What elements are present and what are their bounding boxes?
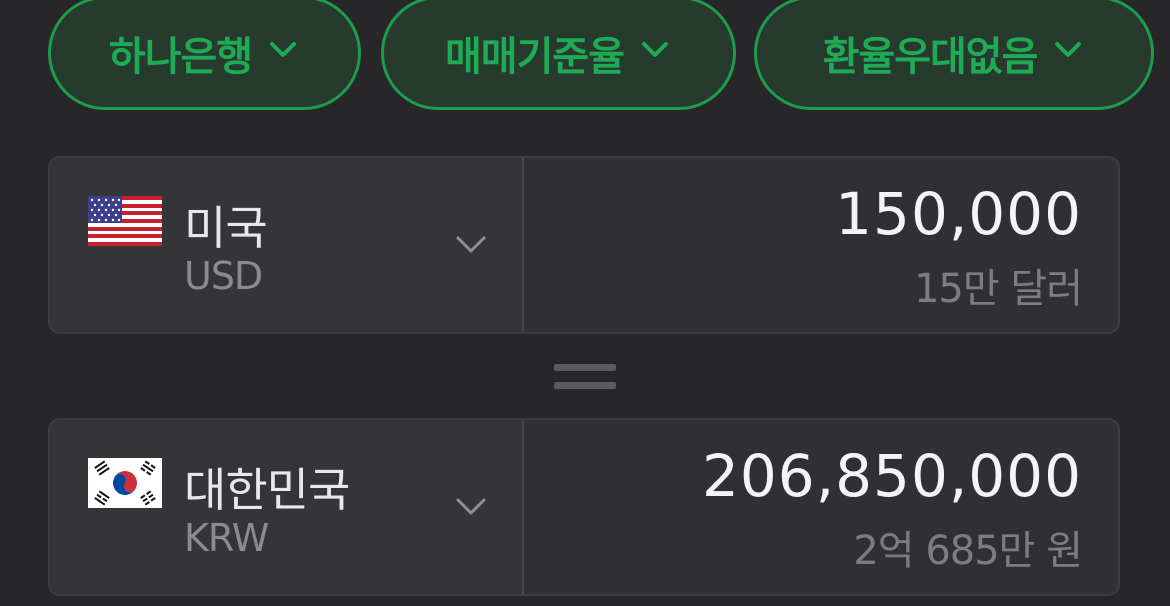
to-currency-selector[interactable]: 대한민국 KRW <box>50 420 524 594</box>
discount-selector-chip[interactable]: 환율우대없음 <box>754 0 1154 110</box>
bank-selector-chip[interactable]: 하나은행 <box>48 0 361 110</box>
from-currency-selector[interactable]: 미국 USD <box>50 158 524 332</box>
chevron-down-icon <box>456 236 486 253</box>
chevron-down-icon <box>1055 42 1082 57</box>
to-currency-code: KRW <box>184 516 269 560</box>
rate-type-selector-chip[interactable]: 매매기준율 <box>381 0 736 110</box>
from-currency-row: 미국 USD 150,000 15만 달러 <box>48 156 1120 334</box>
chevron-down-icon <box>270 42 297 57</box>
to-currency-row: 대한민국 KRW 206,850,000 2억 685만 원 <box>48 418 1120 596</box>
to-amount-value[interactable]: 206,850,000 <box>702 442 1082 510</box>
kr-flag-icon <box>88 458 162 508</box>
from-currency-code: USD <box>184 254 263 298</box>
to-country-name: 대한민국 <box>184 463 350 517</box>
to-amount-words: 2억 685만 원 <box>853 528 1083 574</box>
from-amount-words: 15만 달러 <box>913 266 1083 312</box>
chevron-down-icon <box>456 498 486 515</box>
equals-icon <box>554 360 616 392</box>
from-country-name: 미국 <box>184 201 268 255</box>
bank-selector-label: 하나은행 <box>108 34 253 80</box>
chevron-down-icon <box>642 42 668 57</box>
discount-selector-label: 환율우대없음 <box>822 34 1039 80</box>
from-amount-input[interactable]: 150,000 <box>835 180 1082 248</box>
rate-type-selector-label: 매매기준율 <box>445 34 625 80</box>
us-flag-icon <box>88 196 162 246</box>
